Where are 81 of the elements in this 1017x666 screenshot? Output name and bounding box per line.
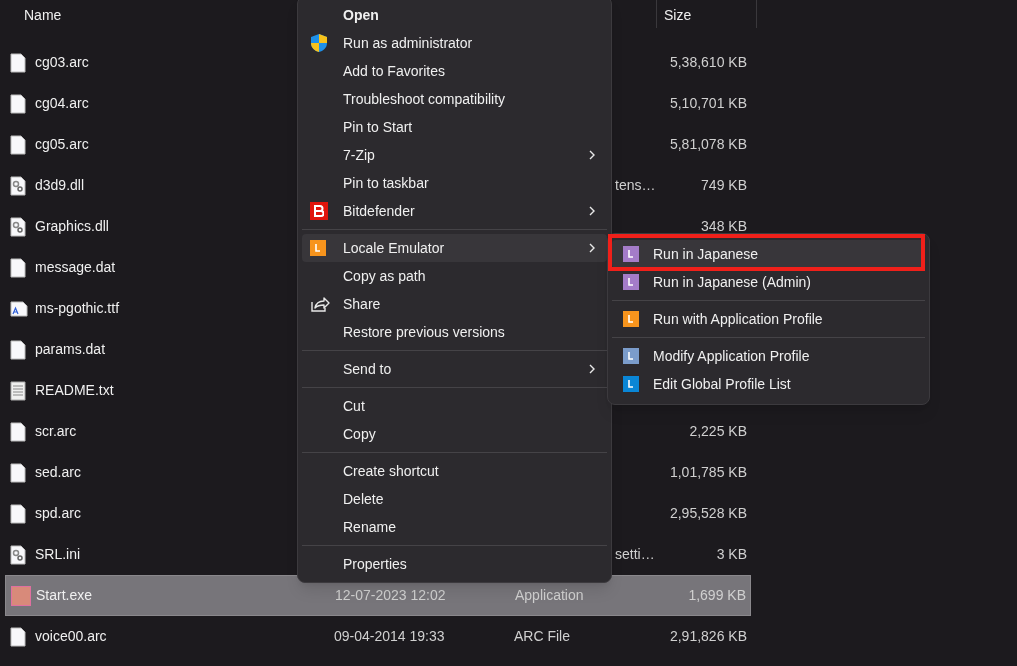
chevron-right-icon bbox=[588, 205, 596, 217]
file-name: Start.exe bbox=[36, 586, 93, 605]
file-icon bbox=[10, 339, 26, 360]
menu-item[interactable]: Add to Favorites bbox=[302, 57, 607, 85]
menu-item[interactable]: Locale Emulator bbox=[302, 234, 607, 262]
file-size: 5,38,610 KB bbox=[669, 53, 747, 72]
menu-item[interactable]: Pin to Start bbox=[302, 113, 607, 141]
settings-file-icon bbox=[10, 175, 26, 196]
file-size: 2,95,528 KB bbox=[669, 504, 747, 523]
menu-item[interactable]: Modify Application Profile bbox=[612, 342, 925, 370]
file-size: 348 KB bbox=[701, 217, 747, 236]
text-file-icon bbox=[10, 380, 26, 401]
file-name: Graphics.dll bbox=[35, 217, 109, 236]
menu-item[interactable]: Copy bbox=[302, 420, 607, 448]
file-type: tens… bbox=[615, 176, 656, 195]
menu-item[interactable]: Run in Japanese (Admin) bbox=[612, 268, 925, 296]
settings-file-icon bbox=[10, 544, 26, 565]
file-size: 2,91,826 KB bbox=[669, 627, 747, 646]
menu-item[interactable]: Run as administrator bbox=[302, 29, 607, 57]
file-name: message.dat bbox=[35, 258, 116, 277]
settings-file-icon bbox=[10, 216, 26, 237]
date-modified: 09-04-2014 19:33 bbox=[334, 627, 445, 646]
file-icon bbox=[10, 462, 26, 483]
app-icon bbox=[11, 585, 31, 606]
shield-icon bbox=[310, 33, 328, 53]
menu-item[interactable]: Run with Application Profile bbox=[612, 305, 925, 333]
chevron-right-icon bbox=[588, 363, 596, 375]
file-size: 5,10,701 KB bbox=[669, 94, 747, 113]
file-size: 1,699 KB bbox=[688, 586, 746, 605]
menu-item[interactable]: Restore previous versions bbox=[302, 318, 607, 346]
file-size: 2,225 KB bbox=[689, 422, 747, 441]
menu-item[interactable]: Troubleshoot compatibility bbox=[302, 85, 607, 113]
file-icon bbox=[10, 503, 26, 524]
file-size: 749 KB bbox=[701, 176, 747, 195]
file-type: Application bbox=[515, 586, 584, 605]
file-name: cg04.arc bbox=[35, 94, 89, 113]
file-name: scr.arc bbox=[35, 422, 77, 441]
chevron-right-icon bbox=[588, 149, 596, 161]
file-name: voice00.arc bbox=[35, 627, 107, 646]
file-name: sed.arc bbox=[35, 463, 81, 482]
menu-item[interactable]: Share bbox=[302, 290, 607, 318]
file-name: cg05.arc bbox=[35, 135, 89, 154]
antivirus-icon bbox=[310, 202, 328, 220]
file-name: README.txt bbox=[35, 381, 114, 400]
file-icon bbox=[10, 93, 26, 114]
selected-file-row[interactable]: Start.exe 12-07-2023 12:02 Application 1,699 KB bbox=[5, 575, 751, 616]
chevron-right-icon bbox=[588, 242, 596, 254]
file-icon bbox=[10, 134, 26, 155]
menu-item[interactable]: Copy as path bbox=[302, 262, 607, 290]
locale-emulator-icon bbox=[310, 240, 326, 256]
font-file-icon bbox=[10, 300, 28, 317]
date-modified: 12-07-2023 12:02 bbox=[335, 586, 446, 605]
file-name: d3d9.dll bbox=[35, 176, 85, 195]
file-size: 1,01,785 KB bbox=[669, 463, 747, 482]
file-name: cg03.arc bbox=[35, 53, 89, 72]
menu-item[interactable]: Delete bbox=[302, 485, 607, 513]
file-name: ms-pgothic.ttf bbox=[35, 299, 120, 318]
file-type: ARC File bbox=[514, 627, 570, 646]
file-icon bbox=[10, 421, 26, 442]
column-header[interactable]: Name bbox=[24, 5, 62, 26]
menu-item[interactable]: Bitdefender bbox=[302, 197, 607, 225]
menu-item[interactable]: Rename bbox=[302, 513, 607, 541]
file-size: 5,81,078 KB bbox=[669, 135, 747, 154]
menu-item[interactable]: Pin to taskbar bbox=[302, 169, 607, 197]
file-name: params.dat bbox=[35, 340, 106, 359]
menu-item[interactable]: Edit Global Profile List bbox=[612, 370, 925, 398]
menu-item[interactable]: 7-Zip bbox=[302, 141, 607, 169]
file-icon bbox=[10, 626, 26, 647]
file-icon bbox=[10, 257, 26, 278]
share-icon bbox=[310, 295, 330, 313]
menu-item[interactable]: Open bbox=[302, 1, 607, 29]
column-header[interactable]: Size bbox=[664, 5, 692, 26]
menu-item[interactable]: Cut bbox=[302, 392, 607, 420]
menu-item[interactable]: Properties bbox=[302, 550, 607, 578]
file-icon bbox=[10, 52, 26, 73]
file-name: SRL.ini bbox=[35, 545, 81, 564]
file-name: spd.arc bbox=[35, 504, 81, 523]
file-type: setti… bbox=[615, 545, 655, 564]
menu-item[interactable]: Send to bbox=[302, 355, 607, 383]
menu-item[interactable]: Create shortcut bbox=[302, 457, 607, 485]
file-size: 3 KB bbox=[716, 545, 747, 564]
